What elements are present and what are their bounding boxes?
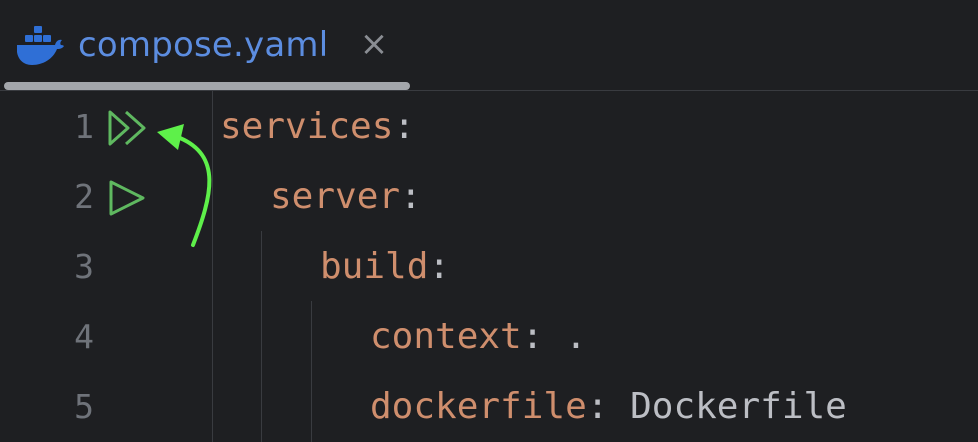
editor-gutter: 1 2 3 4 5	[0, 91, 212, 442]
line-number: 3	[74, 247, 94, 286]
code-line: server:	[270, 162, 422, 232]
yaml-colon: :	[400, 176, 422, 217]
line-number: 1	[74, 107, 94, 146]
yaml-colon: :	[428, 246, 451, 287]
yaml-value: .	[543, 316, 587, 357]
yaml-colon: :	[586, 386, 609, 427]
code-line: services:	[220, 92, 415, 162]
code-line: dockerfile: Dockerfile	[370, 372, 847, 442]
line-number: 4	[74, 317, 94, 356]
yaml-colon: :	[393, 106, 416, 147]
yaml-key: dockerfile	[370, 386, 587, 427]
close-icon[interactable]: ×	[358, 24, 390, 64]
editor-tab-bar: compose.yaml ×	[0, 0, 978, 90]
indent-guide	[261, 231, 262, 442]
docker-whale-icon	[17, 26, 64, 65]
line-number: 5	[74, 387, 94, 426]
code-line: build:	[320, 232, 450, 302]
yaml-key: context	[370, 316, 522, 357]
run-service-icon[interactable]	[106, 179, 150, 217]
tab-title: compose.yaml	[78, 25, 329, 65]
yaml-value: Dockerfile	[608, 386, 847, 427]
code-line: context: .	[370, 302, 587, 372]
code-editor[interactable]: services: server: build: context: . dock…	[213, 91, 978, 442]
tab-compose-yaml[interactable]: compose.yaml ×	[0, 0, 410, 90]
line-number: 2	[74, 177, 94, 216]
active-tab-indicator	[4, 82, 410, 90]
run-all-services-icon[interactable]	[106, 109, 150, 147]
yaml-colon: :	[521, 316, 544, 357]
indent-guide	[311, 301, 312, 442]
yaml-key: services	[220, 106, 394, 147]
yaml-key: server	[270, 176, 401, 217]
yaml-key: build	[320, 246, 429, 287]
